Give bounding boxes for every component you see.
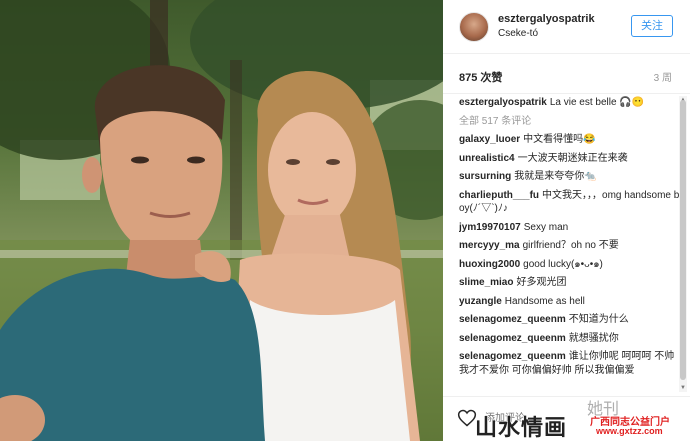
comment-text: 好多观光团 bbox=[516, 277, 567, 288]
comment-text: girlfriend？oh no 不要 bbox=[522, 240, 619, 251]
comment-username[interactable]: huoxing2000 bbox=[459, 259, 520, 270]
comment-username[interactable]: yuzangle bbox=[459, 296, 502, 307]
comment-username[interactable]: unrealistic4 bbox=[459, 153, 515, 164]
comment-username[interactable]: jym19970107 bbox=[459, 222, 521, 233]
comment-item: slime_miao 好多观光团 bbox=[459, 276, 681, 290]
comment-item: selenagomez_queenm 谁让你帅呢 呵呵呵 不帅我才不爱你 可你偏偏… bbox=[459, 350, 681, 377]
post-username[interactable]: esztergalyospatrik bbox=[498, 13, 595, 25]
comment-item: huoxing2000 good lucky(๑•ᴗ•๑) bbox=[459, 258, 681, 272]
likes-count[interactable]: 875 次赞 bbox=[459, 69, 502, 85]
comment-text: good lucky(๑•ᴗ•๑) bbox=[523, 258, 603, 270]
comment-text: Handsome as hell bbox=[504, 295, 585, 307]
caption-username[interactable]: esztergalyospatrik bbox=[459, 97, 547, 108]
comment-username[interactable]: charlieputh___fu bbox=[459, 190, 539, 201]
watermark-main: 山水情画 bbox=[475, 416, 568, 441]
comment-item: selenagomez_queenm 就想骚扰你 bbox=[459, 332, 681, 346]
comment-item: unrealistic4 一大波天朝迷妹正在来袭 bbox=[459, 152, 681, 166]
comment-text: Sexy man bbox=[523, 221, 569, 233]
comment-item: jym19970107 Sexy man bbox=[459, 221, 681, 235]
post-stats: 875 次赞 3 周 bbox=[443, 54, 690, 94]
comment-username[interactable]: selenagomez_queenm bbox=[459, 314, 566, 325]
comment-username[interactable]: selenagomez_queenm bbox=[459, 351, 566, 362]
comment-text: 不知道为什么 bbox=[568, 314, 629, 325]
comment-item: galaxy_luoer 中文看得懂吗😂 bbox=[459, 133, 681, 147]
scroll-down-arrow[interactable]: ▼ bbox=[679, 384, 687, 392]
post-time[interactable]: 3 周 bbox=[654, 69, 672, 84]
comments-list: esztergalyospatrik La vie est belle 🎧😶 全部… bbox=[459, 96, 681, 392]
watermark-url: www.gxtzz.com bbox=[596, 426, 663, 436]
heart-icon[interactable] bbox=[457, 408, 477, 428]
comment-item: yuzangle Handsome as hell bbox=[459, 295, 681, 309]
comment-username[interactable]: slime_miao bbox=[459, 277, 513, 288]
post-header: esztergalyospatrik Cseke-tó 关注 bbox=[443, 0, 690, 54]
follow-button[interactable]: 关注 bbox=[631, 15, 673, 37]
comment-item: sursurning 我就是来夸夸你🐀 bbox=[459, 170, 681, 184]
comment-text: 我就是来夸夸你🐀 bbox=[514, 171, 597, 182]
photo-illustration bbox=[0, 0, 443, 441]
comment-item: mercyyy_ma girlfriend？oh no 不要 bbox=[459, 239, 681, 253]
comment-username[interactable]: mercyyy_ma bbox=[459, 240, 520, 251]
comment-item: charlieputh___fu 中文我天，，，omg handsome boy(… bbox=[459, 189, 681, 216]
comment-text: 中文看得懂吗😂 bbox=[523, 134, 596, 145]
comment-username[interactable]: sursurning bbox=[459, 171, 511, 182]
comment-text: 就想骚扰你 bbox=[568, 332, 619, 344]
post-photo[interactable] bbox=[0, 0, 443, 441]
scroll-thumb[interactable] bbox=[680, 100, 686, 380]
post-detail-panel: esztergalyospatrik Cseke-tó 关注 875 次赞 3 … bbox=[443, 0, 690, 441]
view-all-comments-link[interactable]: 全部 517 条评论 bbox=[459, 115, 681, 129]
comment-username[interactable]: galaxy_luoer bbox=[459, 134, 520, 145]
avatar[interactable] bbox=[459, 12, 489, 42]
comment-item: selenagomez_queenm 不知道为什么 bbox=[459, 313, 681, 327]
comment-text: 一大波天朝迷妹正在来袭 bbox=[517, 152, 628, 164]
caption: esztergalyospatrik La vie est belle 🎧😶 bbox=[459, 96, 681, 110]
comments-scrollbar[interactable]: ▲ ▼ bbox=[679, 96, 687, 392]
caption-text: La vie est belle 🎧😶 bbox=[549, 97, 645, 108]
comment-username[interactable]: selenagomez_queenm bbox=[459, 333, 566, 344]
post-location[interactable]: Cseke-tó bbox=[498, 28, 538, 39]
